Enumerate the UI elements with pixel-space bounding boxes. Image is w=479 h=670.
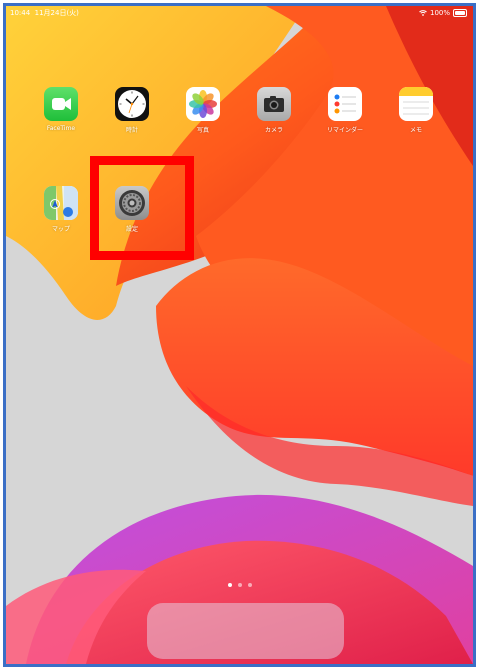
- status-bar: 10:44 11月24日(火) 100%: [6, 6, 473, 20]
- reminders-icon: [328, 87, 362, 121]
- app-label-facetime: FaceTime: [46, 125, 76, 132]
- battery-percent: 100%: [429, 9, 450, 17]
- settings-highlight-box: [90, 156, 194, 260]
- app-label-notes: メモ: [409, 127, 422, 134]
- app-label-clock: 時計: [125, 127, 138, 134]
- page-dot[interactable]: [237, 583, 242, 587]
- clock-icon: [115, 87, 149, 121]
- app-label-reminders: リマインダー: [326, 127, 363, 134]
- dock: [147, 603, 344, 659]
- app-label-camera: カメラ: [264, 127, 283, 134]
- photos-icon: [186, 87, 220, 121]
- home-screen: 10:44 11月24日(火) 100% FaceTime 時計 写真 カメラ …: [6, 6, 473, 664]
- page-dot[interactable]: [247, 583, 252, 587]
- app-photos[interactable]: 写真: [175, 87, 231, 134]
- status-time: 10:44: [10, 9, 31, 17]
- notes-icon: [399, 87, 433, 121]
- app-facetime[interactable]: FaceTime: [33, 87, 89, 132]
- app-clock[interactable]: 時計: [104, 87, 160, 134]
- camera-icon: [257, 87, 291, 121]
- app-maps[interactable]: マップ: [33, 186, 89, 233]
- page-indicator[interactable]: [6, 583, 473, 587]
- app-reminders[interactable]: リマインダー: [317, 87, 373, 134]
- app-label-maps: マップ: [51, 226, 70, 233]
- page-dot[interactable]: [227, 583, 232, 587]
- app-label-photos: 写真: [196, 127, 209, 134]
- status-date: 11月24日(火): [34, 9, 79, 17]
- maps-icon: [44, 186, 78, 220]
- app-notes[interactable]: メモ: [388, 87, 444, 134]
- facetime-icon: [44, 87, 78, 121]
- device-frame: 10:44 11月24日(火) 100% FaceTime 時計 写真 カメラ …: [3, 3, 476, 667]
- app-camera[interactable]: カメラ: [246, 87, 302, 134]
- wifi-icon: [419, 10, 427, 16]
- battery-icon: [453, 9, 467, 17]
